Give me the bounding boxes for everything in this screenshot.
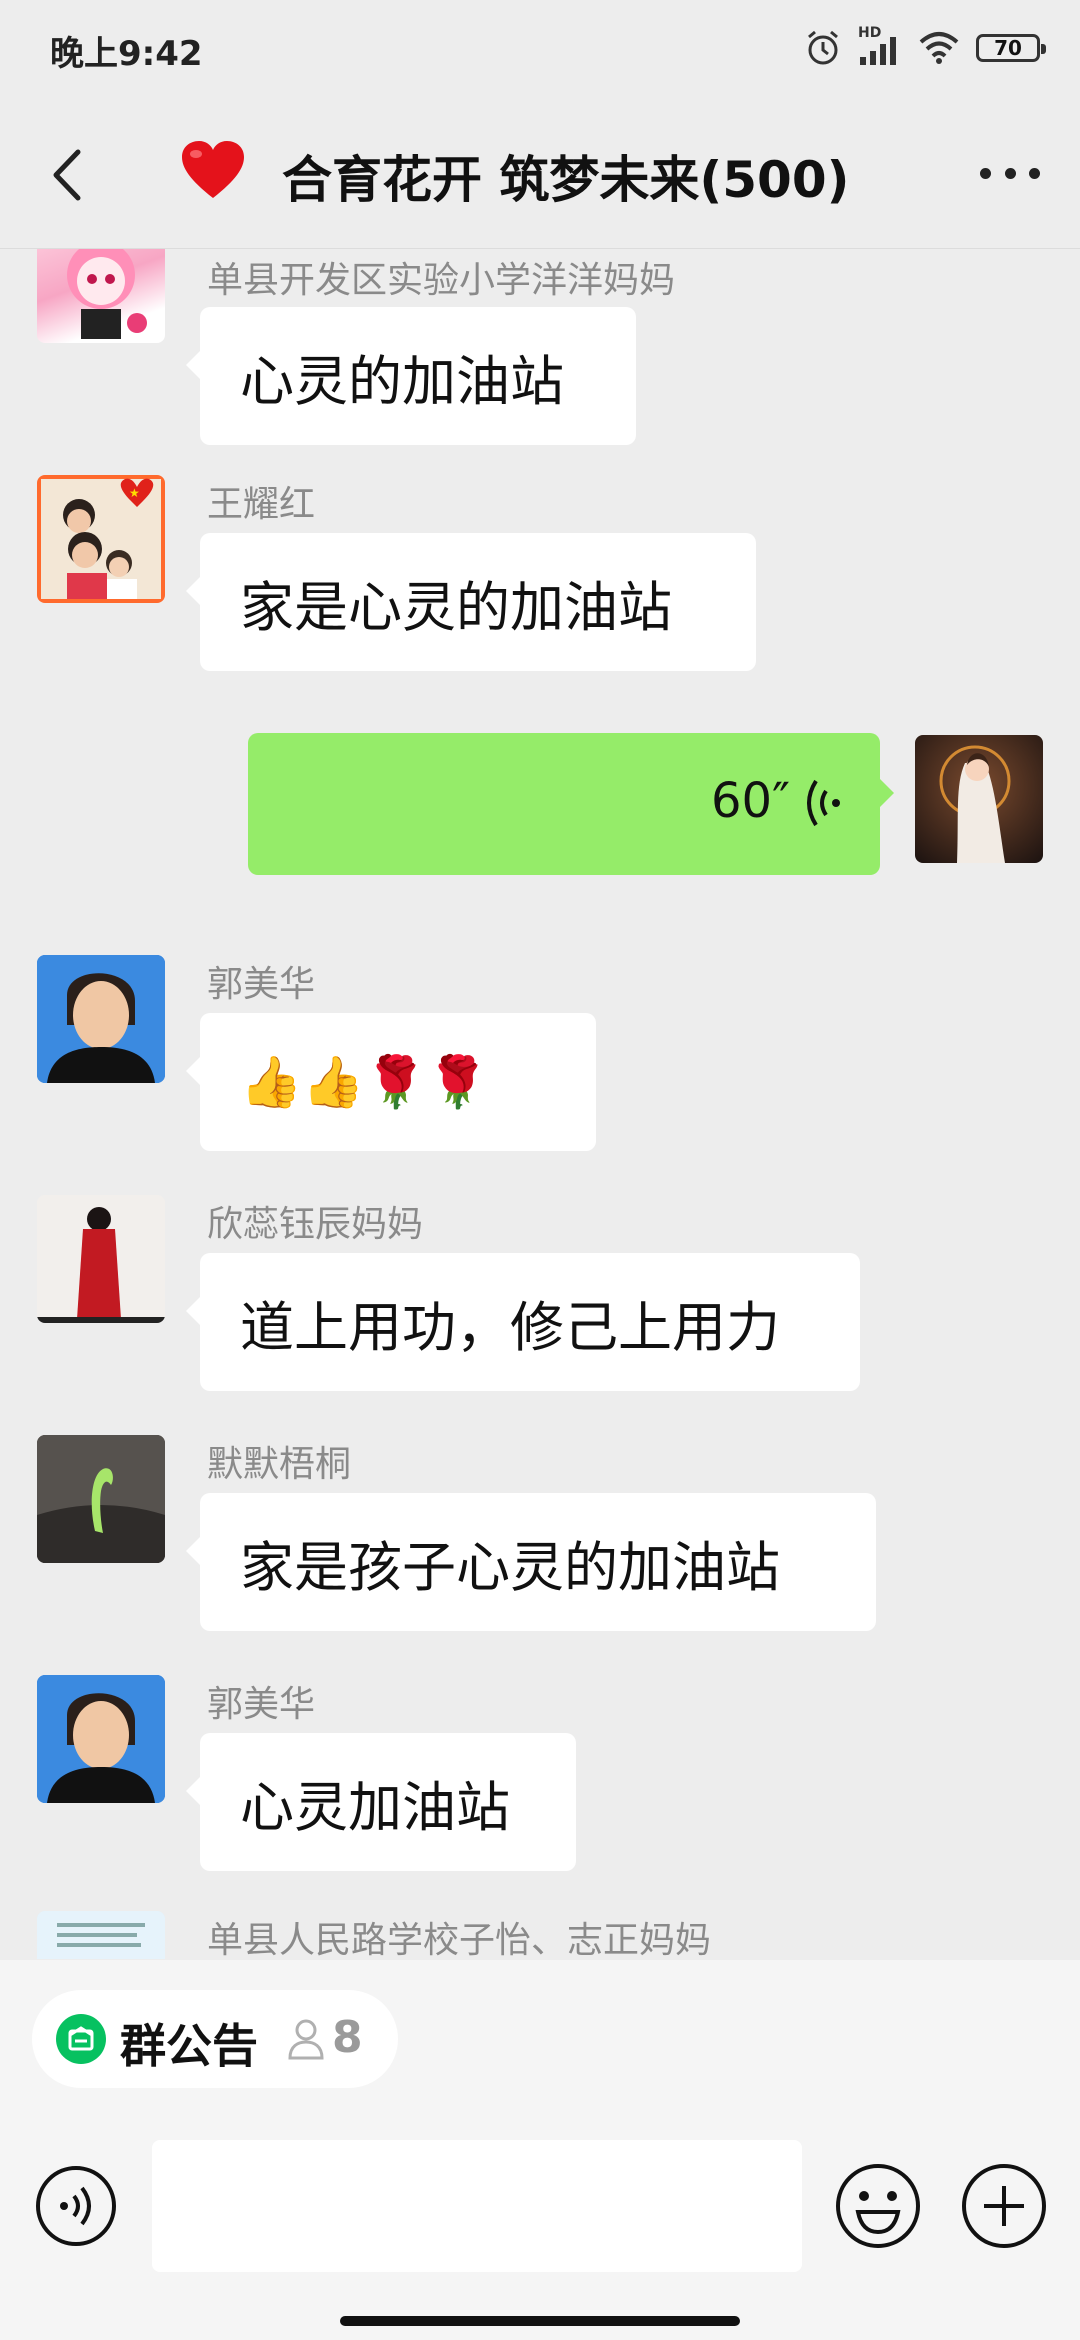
- voice-duration: 60″: [710, 773, 790, 829]
- voice-message-bubble[interactable]: 60″: [248, 733, 894, 875]
- voice-input-toggle-icon[interactable]: [34, 2164, 118, 2248]
- announcement-label: 群公告: [120, 2019, 258, 2073]
- battery-indicator: 70: [976, 34, 1046, 62]
- announcement-bar: 群公告 8: [0, 1960, 1080, 2110]
- sender-name: 欣蕊钰辰妈妈: [207, 1204, 424, 1245]
- status-icons: HD 70: [804, 25, 1046, 70]
- alarm-icon: [808, 30, 838, 65]
- sender-name: 单县开发区实验小学洋洋妈妈: [207, 260, 676, 301]
- avatar[interactable]: [37, 249, 165, 343]
- more-options-button[interactable]: [980, 168, 1040, 182]
- battery-level: 70: [994, 36, 1022, 60]
- avatar[interactable]: [37, 955, 165, 1083]
- sender-name: 郭美华: [207, 964, 316, 1005]
- avatar[interactable]: [37, 1911, 165, 1959]
- heart-icon: [182, 141, 244, 198]
- back-button[interactable]: [38, 140, 98, 210]
- voice-wave-icon: [807, 779, 840, 827]
- person-icon: [288, 2019, 324, 2060]
- status-time: 晚上9:42: [50, 34, 203, 74]
- my-avatar[interactable]: [915, 735, 1043, 863]
- group-announcement-button[interactable]: 群公告 8: [32, 1990, 398, 2088]
- wifi-icon: [919, 32, 959, 64]
- more-dot: [1004, 168, 1016, 179]
- plus-icon[interactable]: [960, 2162, 1048, 2250]
- emoji-icon[interactable]: [834, 2162, 922, 2250]
- message-bubble[interactable]: 家是孩子心灵的加油站: [186, 1493, 876, 1631]
- avatar[interactable]: [37, 1195, 165, 1323]
- home-indicator[interactable]: [340, 2316, 740, 2326]
- message-bubble[interactable]: 心灵的加油站: [186, 307, 636, 445]
- message-bubble[interactable]: 道上用功，修己上用力: [186, 1253, 860, 1391]
- message-bubble[interactable]: 家是心灵的加油站: [186, 533, 756, 671]
- input-bar: [0, 2110, 1080, 2340]
- avatar[interactable]: ★: [37, 475, 165, 603]
- more-dot: [980, 168, 991, 179]
- sender-name: 郭美华: [207, 1684, 316, 1725]
- message-list[interactable]: 单县开发区实验小学洋洋妈妈 心灵的加油站 ★ 王耀红 家是心灵的加油站 60″: [0, 249, 1080, 1959]
- chat-title[interactable]: 合育花开 筑梦未来(500): [282, 140, 849, 212]
- avatar[interactable]: [37, 1675, 165, 1803]
- chat-header: 合育花开 筑梦未来(500): [0, 100, 1080, 249]
- signal-icon: HD: [858, 25, 902, 67]
- message-bubble[interactable]: 👍👍🌹🌹: [186, 1013, 596, 1151]
- announcement-icon: [56, 2014, 106, 2064]
- sender-name: 单县人民路学校子怡、志正妈妈: [207, 1920, 712, 1959]
- sender-name: 王耀红: [207, 484, 316, 525]
- more-dot: [1029, 168, 1040, 179]
- message-input[interactable]: [152, 2140, 802, 2272]
- svg-text:★: ★: [129, 486, 140, 500]
- message-bubble[interactable]: 心灵加油站: [186, 1733, 576, 1871]
- sender-name: 默默梧桐: [207, 1444, 352, 1485]
- avatar[interactable]: [37, 1435, 165, 1563]
- status-bar: 晚上9:42 HD 70: [0, 0, 1080, 100]
- announcement-count: 8: [332, 2012, 363, 2063]
